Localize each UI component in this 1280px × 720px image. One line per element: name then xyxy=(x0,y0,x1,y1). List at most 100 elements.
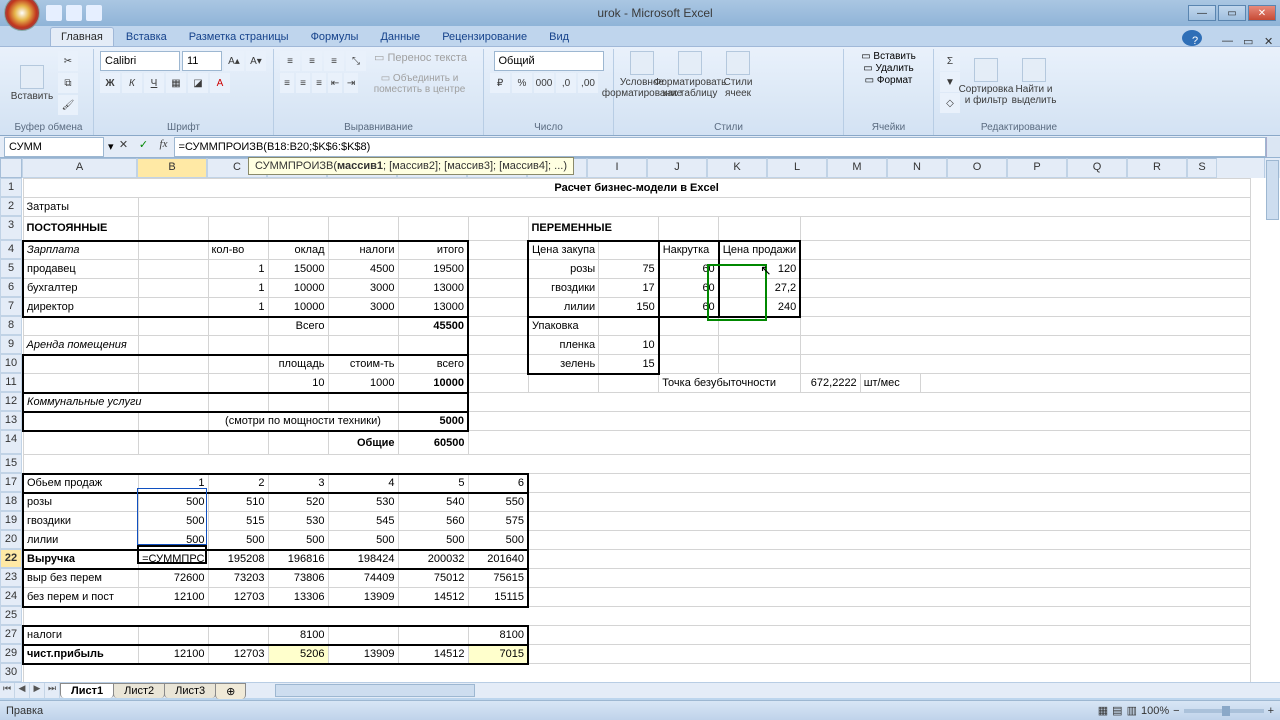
group-styles-label: Стили xyxy=(620,122,837,135)
view-normal-icon[interactable]: ▦ xyxy=(1098,704,1108,717)
align-center[interactable]: ≡ xyxy=(296,73,310,93)
format-table-button[interactable]: Форматировать как таблицу xyxy=(668,51,712,99)
tab-pagelayout[interactable]: Разметка страницы xyxy=(179,28,299,46)
tab-review[interactable]: Рецензирование xyxy=(432,28,537,46)
row-5: продавец115000450019500розы7560120 xyxy=(23,260,1250,279)
row-19: гвоздики500515530545560575 xyxy=(23,512,1250,531)
save-icon[interactable] xyxy=(46,5,62,21)
font-name-box[interactable] xyxy=(100,51,180,71)
sheet-tabs: Лист1 Лист2 Лист3 ⊕ xyxy=(60,683,245,698)
row-14: Общие60500 xyxy=(23,431,1250,455)
shrink-font-icon[interactable]: A▾ xyxy=(246,51,266,71)
insert-cells[interactable]: ▭ Вставить xyxy=(850,51,927,62)
view-break-icon[interactable]: ▥ xyxy=(1127,704,1137,717)
function-arguments-tooltip: СУММПРОИЗВ(массив1; [массив2]; [массив3]… xyxy=(248,157,574,175)
minimize-button[interactable]: — xyxy=(1188,5,1216,21)
sort-filter-button[interactable]: Сортировка и фильтр xyxy=(964,58,1008,106)
close-button[interactable]: ✕ xyxy=(1248,5,1276,21)
italic-button[interactable]: К xyxy=(122,73,142,93)
zoom-value[interactable]: 100% xyxy=(1141,705,1169,717)
fx-button[interactable]: fx xyxy=(154,138,174,156)
row-9: Аренда помещенияпленка10 xyxy=(23,336,1250,355)
row-1: Расчет бизнес-модели в Excel xyxy=(23,179,1250,198)
orientation[interactable]: ⤡ xyxy=(346,51,366,71)
increase-indent[interactable]: ⇥ xyxy=(344,73,358,93)
row-30 xyxy=(23,664,1250,683)
number-format-box[interactable] xyxy=(494,51,604,71)
align-right[interactable]: ≡ xyxy=(312,73,326,93)
currency-button[interactable]: ₽ xyxy=(490,73,510,93)
border-button[interactable]: ▦ xyxy=(166,73,186,93)
find-select-button[interactable]: Найти и выделить xyxy=(1012,58,1056,106)
sheet-tab-1[interactable]: Лист1 xyxy=(60,683,114,698)
cut-icon[interactable]: ✂ xyxy=(58,51,78,71)
horizontal-scrollbar[interactable] xyxy=(255,683,1280,698)
percent-button[interactable]: % xyxy=(512,73,532,93)
row-11: 10100010000Точка безубыточности672,2222ш… xyxy=(23,374,1250,393)
tab-view[interactable]: Вид xyxy=(539,28,579,46)
tab-home[interactable]: Главная xyxy=(50,27,114,46)
vertical-scrollbar[interactable] xyxy=(1264,158,1280,178)
sheet-tab-3[interactable]: Лист3 xyxy=(164,683,216,698)
zoom-in[interactable]: + xyxy=(1268,705,1274,717)
comma-button[interactable]: 000 xyxy=(534,73,554,93)
sheet-tab-2[interactable]: Лист2 xyxy=(113,683,165,698)
align-middle[interactable]: ≡ xyxy=(302,51,322,71)
bold-button[interactable]: Ж xyxy=(100,73,120,93)
grow-font-icon[interactable]: A▴ xyxy=(224,51,244,71)
mdi-restore[interactable]: ▭ xyxy=(1233,32,1253,46)
cells-area[interactable]: Расчет бизнес-модели в Excel Затраты ПОС… xyxy=(22,178,1264,682)
format-painter-icon[interactable]: 🖌 xyxy=(58,95,78,115)
fill-color-button[interactable]: ◪ xyxy=(188,73,208,93)
help-icon[interactable]: ? xyxy=(1182,30,1202,46)
dec-decimal[interactable]: ,00 xyxy=(578,73,598,93)
formula-cancel[interactable]: ✕ xyxy=(114,138,134,156)
new-sheet-button[interactable]: ⊕ xyxy=(215,683,246,699)
tab-insert[interactable]: Вставка xyxy=(116,28,177,46)
formula-bar[interactable] xyxy=(174,137,1266,157)
view-layout-icon[interactable]: ▤ xyxy=(1112,704,1122,717)
mdi-minimize[interactable]: — xyxy=(1212,32,1232,46)
zoom-out[interactable]: − xyxy=(1173,705,1179,717)
align-left[interactable]: ≡ xyxy=(280,73,294,93)
font-color-button[interactable]: A xyxy=(210,73,230,93)
tab-formulas[interactable]: Формулы xyxy=(301,28,369,46)
mdi-close[interactable]: ✕ xyxy=(1254,32,1274,46)
formula-enter[interactable]: ✓ xyxy=(134,138,154,156)
group-editing-label: Редактирование xyxy=(940,122,1098,135)
autosum-button[interactable]: Σ xyxy=(940,51,960,71)
formula-expander[interactable] xyxy=(1266,137,1280,157)
column-headers[interactable]: ABCDEFGHIJKLMNOPQRS xyxy=(22,158,1264,178)
font-size-box[interactable] xyxy=(182,51,222,71)
undo-icon[interactable] xyxy=(66,5,82,21)
format-cells[interactable]: ▭ Формат xyxy=(850,75,927,86)
redo-icon[interactable] xyxy=(86,5,102,21)
align-top[interactable]: ≡ xyxy=(280,51,300,71)
row-22: Выручка=СУММПРС1952081968161984242000322… xyxy=(23,550,1250,569)
window-titlebar: urok - Microsoft Excel — ▭ ✕ xyxy=(0,0,1280,26)
decrease-indent[interactable]: ⇤ xyxy=(328,73,342,93)
zoom-slider[interactable] xyxy=(1184,709,1264,713)
name-box[interactable] xyxy=(4,137,104,157)
row-10: площадьстоим-тьвсегозелень15 xyxy=(23,355,1250,374)
wrap-text-button[interactable]: ▭ Перенос текста xyxy=(368,51,467,71)
row-6: бухгалтер110000300013000гвоздики176027,2 xyxy=(23,279,1250,298)
align-bottom[interactable]: ≡ xyxy=(324,51,344,71)
paste-button[interactable]: Вставить xyxy=(10,65,54,102)
fill-button[interactable]: ▼ xyxy=(940,72,960,92)
merge-button[interactable]: ▭ Объединить и поместить в центре xyxy=(360,73,477,95)
copy-icon[interactable]: ⧉ xyxy=(58,73,78,93)
delete-cells[interactable]: ▭ Удалить xyxy=(850,63,927,74)
maximize-button[interactable]: ▭ xyxy=(1218,5,1246,21)
sheet-nav-buttons[interactable]: ⏮◀▶⏭ xyxy=(0,683,60,698)
quick-access-toolbar xyxy=(46,5,102,21)
row-23: выр без перем726007320373806744097501275… xyxy=(23,569,1250,588)
inc-decimal[interactable]: ,0 xyxy=(556,73,576,93)
underline-button[interactable]: Ч xyxy=(144,73,164,93)
tab-data[interactable]: Данные xyxy=(370,28,430,46)
group-number-label: Число xyxy=(490,122,607,135)
select-all-button[interactable] xyxy=(0,158,22,178)
clear-button[interactable]: ◇ xyxy=(940,93,960,113)
row-headers[interactable]: 1234567891011121314151718192022232425272… xyxy=(0,178,22,682)
cell-styles-button[interactable]: Стили ячеек xyxy=(716,51,760,99)
